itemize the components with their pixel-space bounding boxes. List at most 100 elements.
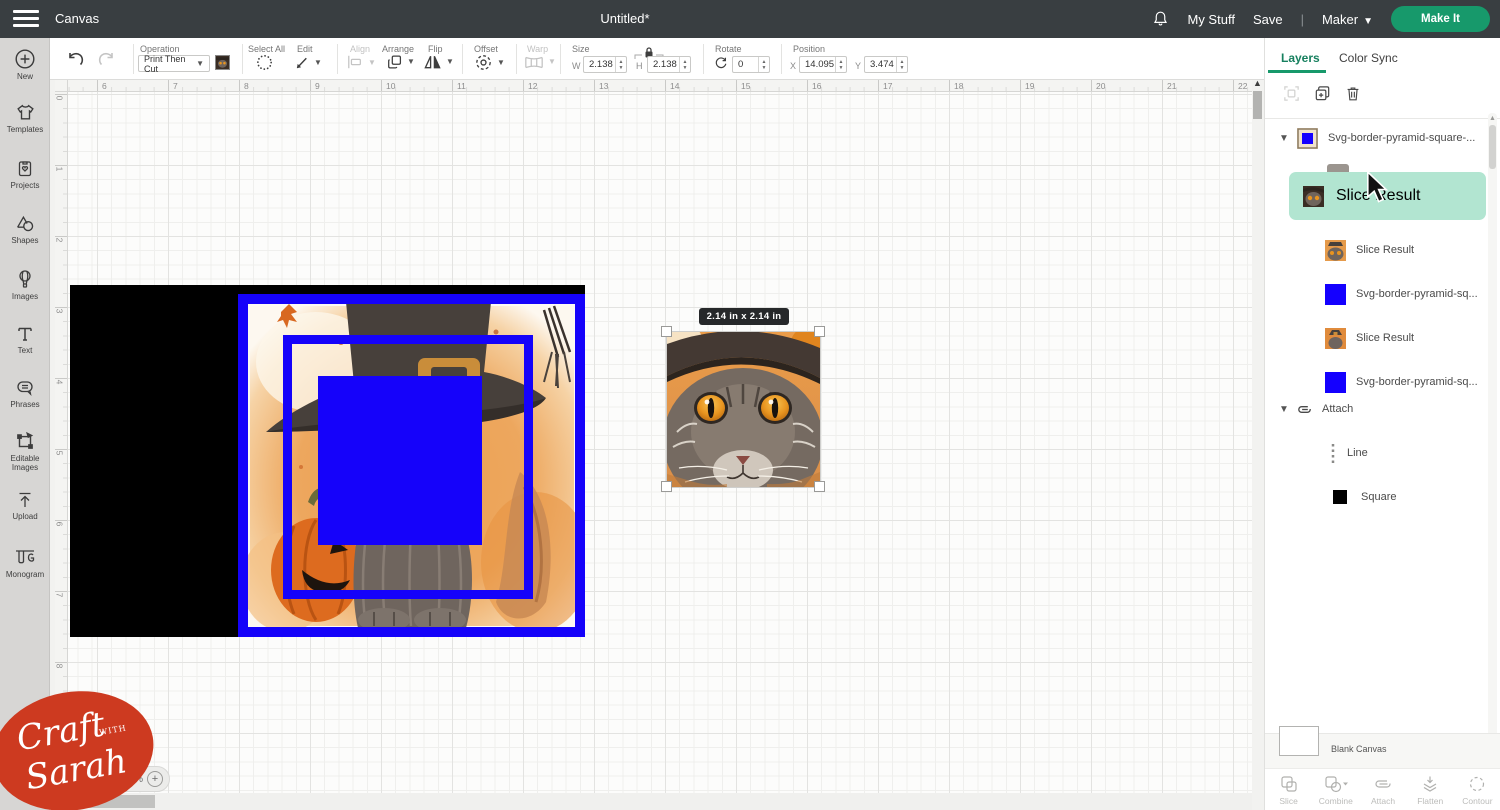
sidebar-item-templates[interactable]: Templates: [0, 102, 50, 134]
canvas-horizontal-scrollbar[interactable]: ◀: [55, 793, 1252, 810]
flatten-button[interactable]: Flatten: [1407, 769, 1454, 810]
layer-row-line[interactable]: Line: [1265, 433, 1487, 473]
layer-thumbnail: [1331, 443, 1335, 464]
slice-button[interactable]: Slice: [1265, 769, 1312, 810]
sidebar-item-new[interactable]: New: [0, 48, 50, 81]
selection-handle-top-right[interactable]: [814, 326, 825, 337]
rotate-icon[interactable]: [713, 55, 729, 76]
tab-color-sync[interactable]: Color Sync: [1339, 51, 1398, 65]
chevron-down-icon[interactable]: ▼: [1279, 133, 1293, 144]
redo-button[interactable]: [96, 50, 116, 73]
chevron-down-icon: ▼: [1363, 15, 1373, 27]
mouse-cursor: [1367, 172, 1389, 203]
chevron-down-icon[interactable]: ▼: [1279, 404, 1293, 415]
flip-button[interactable]: ▼: [423, 53, 454, 76]
header-divider: |: [1300, 11, 1304, 27]
ruler-number: 12: [528, 81, 538, 91]
width-input[interactable]: 2.138 ▲ ▼: [583, 56, 627, 73]
ruler-number: 14: [670, 81, 680, 91]
ruler-number: 18: [954, 81, 964, 91]
sidebar-item-shapes[interactable]: Shapes: [0, 213, 50, 245]
warp-label: Warp: [527, 44, 549, 54]
machine-selector[interactable]: Maker ▼: [1322, 12, 1373, 27]
ruler-number: 4: [54, 379, 65, 385]
delete-button[interactable]: [1344, 84, 1362, 108]
save-link[interactable]: Save: [1253, 12, 1283, 27]
y-stepper[interactable]: ▲ ▼: [896, 57, 907, 72]
notifications-bell-icon[interactable]: [1152, 10, 1169, 28]
layers-scrollbar[interactable]: ▲ ▼: [1488, 113, 1497, 785]
zoom-in-button[interactable]: +: [147, 771, 163, 787]
sidebar-item-upload[interactable]: Upload: [0, 490, 50, 521]
ruler-number: 11: [457, 81, 466, 91]
align-label: Align: [350, 44, 371, 54]
ruler-number: 22: [1238, 81, 1248, 91]
ruler-number: 6: [54, 521, 65, 527]
active-tab-underline: [1268, 70, 1326, 73]
sidebar-item-phrases[interactable]: Phrases: [0, 378, 50, 409]
x-stepper[interactable]: ▲ ▼: [835, 57, 846, 72]
sidebar-item-editable-images[interactable]: Editable Images: [0, 430, 50, 472]
sidebar-item-images[interactable]: Images: [0, 268, 50, 301]
attach-button[interactable]: Attach: [1359, 769, 1406, 810]
monogram-icon: [16, 550, 35, 564]
tab-layers[interactable]: Layers: [1281, 51, 1320, 65]
height-stepper[interactable]: ▲ ▼: [679, 57, 690, 72]
combine-button[interactable]: Combine: [1312, 769, 1359, 810]
layer-row-slice-result-2[interactable]: Slice Result: [1265, 318, 1487, 358]
y-position-input[interactable]: 3.474 ▲ ▼: [864, 56, 908, 73]
ruler-number: 16: [812, 81, 822, 91]
duplicate-button[interactable]: [1313, 84, 1332, 108]
layer-row-square[interactable]: Square: [1265, 477, 1487, 517]
operation-color-swatch[interactable]: [215, 55, 230, 70]
ruler-number: 0: [54, 95, 65, 101]
blank-canvas-swatch[interactable]: [1279, 726, 1319, 756]
layer-row-svg-square-1[interactable]: Svg-border-pyramid-sq...: [1265, 274, 1487, 314]
layer-group-svg-border[interactable]: ▼ Svg-border-pyramid-square-...: [1265, 118, 1487, 158]
blank-canvas-row[interactable]: Blank Canvas: [1265, 726, 1500, 768]
height-label: H: [636, 61, 643, 71]
rotate-stepper[interactable]: ▲ ▼: [758, 57, 769, 72]
layers-scroll-thumb[interactable]: [1489, 125, 1496, 169]
warp-button[interactable]: ▼: [524, 55, 556, 75]
selection-handle-top-left[interactable]: [661, 326, 672, 337]
rotate-input[interactable]: 0 ▲ ▼: [732, 56, 770, 73]
operation-dropdown[interactable]: Print Then Cut ▼: [138, 54, 210, 74]
x-position-input[interactable]: 14.095 ▲ ▼: [799, 56, 847, 73]
vertical-scroll-thumb[interactable]: [1253, 91, 1262, 119]
layer-group-attach[interactable]: ▼ Attach: [1265, 389, 1487, 429]
offset-button[interactable]: ▼: [474, 53, 505, 77]
selection-handle-bottom-right[interactable]: [814, 481, 825, 492]
edit-toolbar: Operation Print Then Cut ▼ Select All Edi…: [50, 38, 1264, 80]
select-all-button[interactable]: [255, 53, 274, 77]
scroll-up-arrow[interactable]: ▲: [1488, 115, 1497, 122]
height-input[interactable]: 2.138 ▲ ▼: [647, 56, 691, 73]
canvas-vertical-scrollbar[interactable]: ▲: [1252, 78, 1263, 793]
ruler-number: 7: [173, 81, 178, 91]
contour-button[interactable]: Contour: [1454, 769, 1500, 810]
align-button[interactable]: ▼: [346, 54, 376, 75]
new-plus-icon: [15, 49, 35, 69]
contour-icon: [1470, 776, 1485, 792]
selected-cat-face-image[interactable]: [666, 331, 821, 488]
arrange-button[interactable]: ▼: [386, 53, 415, 76]
make-it-button[interactable]: Make It: [1391, 6, 1490, 32]
attach-icon: [1375, 780, 1391, 788]
ruler-number: 1: [54, 166, 65, 172]
tshirt-icon: [16, 104, 34, 120]
attach-paperclip-icon: [1298, 405, 1311, 413]
edit-button[interactable]: ▼: [293, 53, 322, 77]
sidebar-item-monogram[interactable]: Monogram: [0, 546, 50, 579]
left-sidebar: New Templates Projects Shapes Images Tex…: [0, 38, 50, 810]
sidebar-item-projects[interactable]: Projects: [0, 158, 50, 190]
blue-square-shape[interactable]: [318, 376, 482, 545]
my-stuff-link[interactable]: My Stuff: [1187, 12, 1234, 27]
sidebar-item-text[interactable]: Text: [0, 324, 50, 355]
selection-handle-bottom-left[interactable]: [661, 481, 672, 492]
width-stepper[interactable]: ▲ ▼: [615, 57, 626, 72]
position-label: Position: [793, 44, 826, 54]
speech-bubble-icon: [17, 381, 33, 396]
undo-button[interactable]: [66, 50, 86, 73]
layer-row-slice-result[interactable]: Slice Result: [1265, 230, 1487, 270]
select-layers-button[interactable]: [1282, 84, 1301, 108]
